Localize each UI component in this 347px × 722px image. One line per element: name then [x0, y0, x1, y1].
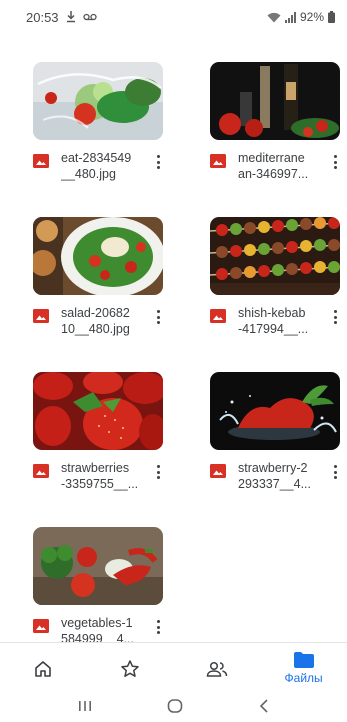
file-name: salad-20682 10__480.jpg	[61, 306, 130, 336]
file-tile[interactable]: strawberries -3359755__...	[33, 372, 165, 498]
nav-home[interactable]	[0, 643, 87, 694]
system-navigation-bar	[0, 694, 347, 722]
file-tile[interactable]: salad-20682 10__480.jpg	[33, 217, 165, 343]
signal-icon	[284, 11, 296, 23]
file-thumbnail[interactable]	[33, 527, 163, 605]
file-meta: mediterrane an-346997...	[210, 150, 342, 188]
image-file-icon	[33, 154, 49, 168]
file-thumbnail[interactable]	[33, 62, 163, 140]
home-system-button[interactable]	[167, 698, 183, 718]
file-thumbnail[interactable]	[210, 217, 340, 295]
file-thumbnail[interactable]	[210, 62, 340, 140]
status-bar: 20:53 92%	[0, 0, 347, 34]
file-meta: shish-kebab -417994__...	[210, 305, 342, 343]
status-left: 20:53	[26, 10, 97, 25]
file-tile[interactable]: shish-kebab -417994__...	[210, 217, 342, 343]
file-meta: eat-2834549 __480.jpg	[33, 150, 165, 188]
image-file-icon	[210, 309, 226, 323]
star-icon	[121, 659, 139, 677]
battery-percent: 92%	[299, 10, 324, 24]
voicemail-icon	[82, 13, 97, 21]
image-file-icon	[33, 464, 49, 478]
file-name: mediterrane an-346997...	[238, 151, 309, 181]
back-chevron-icon	[260, 698, 268, 713]
download-icon	[66, 11, 76, 23]
more-options-icon[interactable]	[151, 462, 165, 482]
file-thumbnail[interactable]	[33, 217, 163, 295]
home-icon	[35, 660, 52, 677]
file-name: eat-2834549 __480.jpg	[61, 151, 132, 181]
more-options-icon[interactable]	[151, 307, 165, 327]
file-tile[interactable]: mediterrane an-346997...	[210, 62, 342, 188]
file-name: shish-kebab -417994__...	[238, 306, 309, 336]
file-meta: strawberry-2 293337__4...	[210, 460, 342, 498]
file-name: strawberry-2 293337__4...	[238, 461, 311, 491]
nav-files-label: Файлы	[284, 671, 323, 685]
image-file-icon	[33, 619, 49, 633]
wifi-icon	[267, 12, 281, 23]
back-button[interactable]	[259, 698, 269, 718]
nav-files[interactable]: Файлы	[260, 643, 347, 694]
file-thumbnail[interactable]	[33, 372, 163, 450]
file-thumbnail[interactable]	[210, 372, 340, 450]
nav-starred[interactable]	[87, 643, 174, 694]
shared-people-icon	[206, 661, 228, 677]
file-meta: salad-20682 10__480.jpg	[33, 305, 165, 343]
image-file-icon	[33, 309, 49, 323]
image-file-icon	[210, 154, 226, 168]
recent-apps-button[interactable]	[78, 699, 92, 717]
recents-icon	[78, 701, 91, 711]
bottom-navigation: Файлы	[0, 642, 347, 694]
image-file-icon	[210, 464, 226, 478]
file-tile[interactable]: strawberry-2 293337__4...	[210, 372, 342, 498]
folder-icon	[293, 652, 314, 668]
file-tile[interactable]: vegetables-1 584999__4...	[33, 527, 165, 653]
more-options-icon[interactable]	[328, 462, 342, 482]
home-circle-icon	[168, 698, 183, 713]
status-right: 92%	[267, 10, 335, 24]
file-name: strawberries -3359755__...	[61, 461, 139, 491]
file-tile[interactable]: eat-2834549 __480.jpg	[33, 62, 165, 188]
more-options-icon[interactable]	[328, 152, 342, 172]
more-options-icon[interactable]	[328, 307, 342, 327]
nav-shared[interactable]	[174, 643, 261, 694]
battery-icon	[328, 11, 335, 23]
more-options-icon[interactable]	[151, 152, 165, 172]
clock: 20:53	[26, 9, 59, 25]
file-meta: strawberries -3359755__...	[33, 460, 165, 498]
more-options-icon[interactable]	[151, 617, 165, 637]
